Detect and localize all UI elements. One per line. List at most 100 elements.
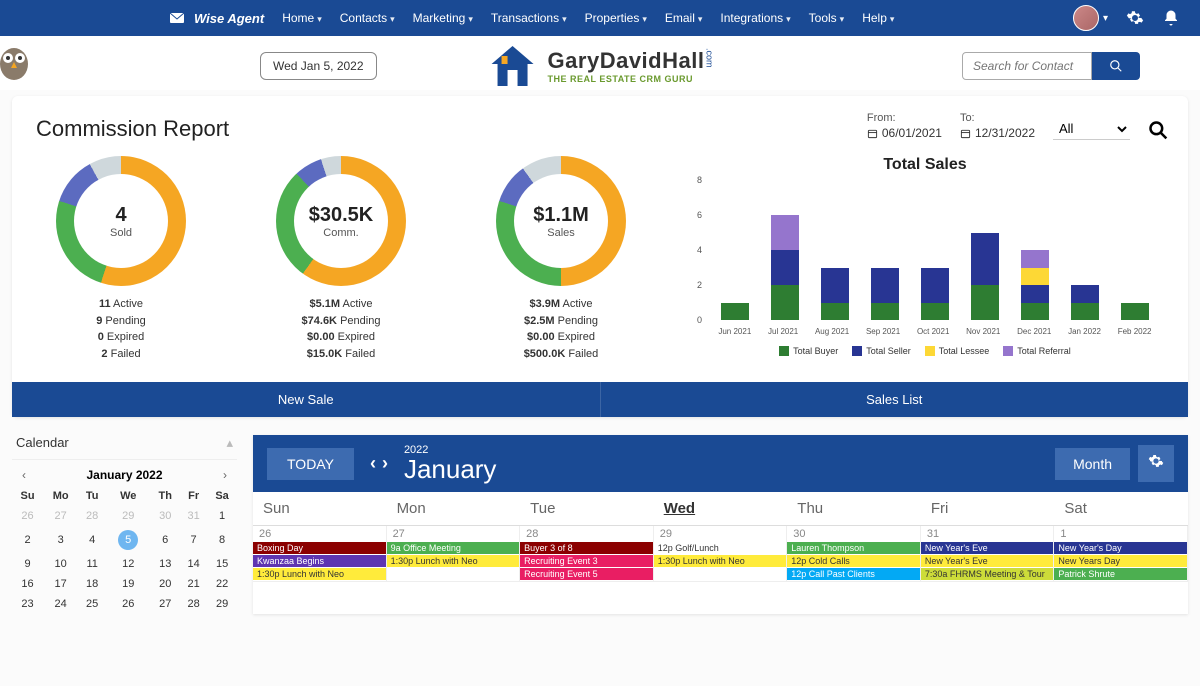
mini-cal-day[interactable]: 23 bbox=[12, 594, 43, 614]
legend-item: Total Referral bbox=[1003, 346, 1071, 356]
mini-cal-day[interactable]: 26 bbox=[106, 594, 150, 614]
mini-cal-day[interactable]: 4 bbox=[78, 526, 106, 554]
calendar-event[interactable]: Recruiting Event 3 bbox=[520, 555, 653, 567]
from-label: From: bbox=[867, 112, 942, 124]
cal-prev-button[interactable]: ‹ bbox=[370, 453, 376, 474]
mini-cal-day[interactable]: 5 bbox=[106, 526, 150, 554]
mini-cal-day[interactable]: 27 bbox=[150, 594, 180, 614]
mini-cal-day[interactable]: 12 bbox=[106, 554, 150, 574]
calendar-event[interactable]: Buyer 3 of 8 bbox=[520, 542, 653, 554]
calendar-event[interactable]: New Year's Day bbox=[1054, 542, 1187, 554]
mini-cal-day[interactable]: 24 bbox=[43, 594, 78, 614]
current-date[interactable]: Wed Jan 5, 2022 bbox=[260, 52, 377, 80]
to-label: To: bbox=[960, 112, 1035, 124]
search-input[interactable] bbox=[962, 52, 1092, 80]
nav-item-marketing[interactable]: Marketing bbox=[413, 11, 473, 25]
calendar-event[interactable]: 1:30p Lunch with Neo bbox=[654, 555, 787, 567]
calendar-cell[interactable]: 30Lauren Thompson12p Cold Calls12p Call … bbox=[787, 526, 921, 582]
calendar-event[interactable]: 9a Office Meeting bbox=[387, 542, 520, 554]
mini-cal-day[interactable]: 8 bbox=[207, 526, 237, 554]
mini-cal-day[interactable]: 19 bbox=[106, 574, 150, 594]
mini-cal-day[interactable]: 30 bbox=[150, 506, 180, 526]
mini-cal-day[interactable]: 16 bbox=[12, 574, 43, 594]
mini-cal-day[interactable]: 21 bbox=[180, 574, 207, 594]
search-button[interactable] bbox=[1092, 52, 1140, 80]
mini-cal-day[interactable]: 6 bbox=[150, 526, 180, 554]
calendar-event[interactable]: Lauren Thompson bbox=[787, 542, 920, 554]
nav-item-properties[interactable]: Properties bbox=[585, 11, 647, 25]
mini-cal-day[interactable]: 27 bbox=[43, 506, 78, 526]
calendar-cell[interactable]: 279a Office Meeting1:30p Lunch with Neo bbox=[387, 526, 521, 582]
mini-cal-day[interactable]: 11 bbox=[78, 554, 106, 574]
weekday-header: Wed bbox=[654, 492, 788, 525]
mini-cal-day[interactable]: 31 bbox=[180, 506, 207, 526]
mini-cal-day[interactable]: 14 bbox=[180, 554, 207, 574]
nav-item-help[interactable]: Help bbox=[862, 11, 894, 25]
collapse-icon[interactable]: ▴ bbox=[226, 435, 233, 451]
next-month-button[interactable]: › bbox=[223, 468, 227, 482]
calendar-event[interactable]: New Years Day bbox=[1054, 555, 1187, 567]
weekday-header: Fri bbox=[921, 492, 1055, 525]
cal-next-button[interactable]: › bbox=[382, 453, 388, 474]
nav-item-tools[interactable]: Tools bbox=[809, 11, 845, 25]
calendar-event[interactable]: 1:30p Lunch with Neo bbox=[387, 555, 520, 567]
today-button[interactable]: TODAY bbox=[267, 448, 354, 480]
calendar-cell[interactable]: 31New Year's EveNew Year's Eve7:30a FHRM… bbox=[921, 526, 1055, 582]
mini-cal-day[interactable]: 17 bbox=[43, 574, 78, 594]
search-icon[interactable] bbox=[1148, 120, 1168, 140]
mini-cal-day[interactable]: 2 bbox=[12, 526, 43, 554]
filter-select[interactable]: All bbox=[1053, 118, 1130, 140]
mini-cal-day[interactable]: 28 bbox=[180, 594, 207, 614]
mini-cal-day[interactable]: 1 bbox=[207, 506, 237, 526]
nav-item-email[interactable]: Email bbox=[665, 11, 703, 25]
mini-cal-day[interactable]: 13 bbox=[150, 554, 180, 574]
calendar-event[interactable]: New Year's Eve bbox=[921, 555, 1054, 567]
calendar-event[interactable]: 12p Call Past Clients bbox=[787, 568, 920, 580]
calendar-event[interactable]: 1:30p Lunch with Neo bbox=[253, 568, 386, 580]
mini-cal-day[interactable]: 29 bbox=[106, 506, 150, 526]
mini-cal-day[interactable]: 26 bbox=[12, 506, 43, 526]
calendar-event[interactable]: Boxing Day bbox=[253, 542, 386, 554]
calendar-cell[interactable]: 28Buyer 3 of 8Recruiting Event 3Recruiti… bbox=[520, 526, 654, 582]
mini-cal-day[interactable]: 7 bbox=[180, 526, 207, 554]
view-toggle-button[interactable]: Month bbox=[1055, 448, 1130, 480]
from-date[interactable]: 06/01/2021 bbox=[867, 126, 942, 140]
mini-calendar: Calendar▴ ‹ January 2022 › SuMoTuWeThFrS… bbox=[12, 435, 237, 614]
mini-cal-day[interactable]: 15 bbox=[207, 554, 237, 574]
calendar-event[interactable]: New Year's Eve bbox=[921, 542, 1054, 554]
weekday-header: Thu bbox=[787, 492, 921, 525]
nav-item-integrations[interactable]: Integrations bbox=[720, 11, 790, 25]
calendar-event[interactable]: 7:30a FHRMS Meeting & Tour bbox=[921, 568, 1054, 580]
mini-cal-day[interactable]: 18 bbox=[78, 574, 106, 594]
calendar-cell[interactable]: 26Boxing DayKwanzaa Begins1:30p Lunch wi… bbox=[253, 526, 387, 582]
mini-cal-day[interactable]: 20 bbox=[150, 574, 180, 594]
calendar-event[interactable]: Recruiting Event 5 bbox=[520, 568, 653, 580]
mini-cal-month[interactable]: January 2022 bbox=[86, 468, 162, 482]
gear-icon[interactable] bbox=[1126, 9, 1144, 27]
calendar-cell[interactable]: 2912p Golf/Lunch1:30p Lunch with Neo bbox=[654, 526, 788, 582]
prev-month-button[interactable]: ‹ bbox=[22, 468, 26, 482]
mini-cal-day[interactable]: 3 bbox=[43, 526, 78, 554]
calendar-cell[interactable]: 1New Year's DayNew Years DayPatrick Shru… bbox=[1054, 526, 1188, 582]
calendar-event[interactable]: Kwanzaa Begins bbox=[253, 555, 386, 567]
calendar-event[interactable]: 12p Cold Calls bbox=[787, 555, 920, 567]
mini-cal-day[interactable]: 29 bbox=[207, 594, 237, 614]
mini-cal-day[interactable]: 28 bbox=[78, 506, 106, 526]
bell-icon[interactable] bbox=[1162, 9, 1180, 27]
nav-item-transactions[interactable]: Transactions bbox=[491, 11, 567, 25]
user-menu[interactable]: ▾ bbox=[1073, 5, 1108, 31]
mini-cal-day[interactable]: 25 bbox=[78, 594, 106, 614]
cal-settings-button[interactable] bbox=[1138, 445, 1174, 482]
mini-cal-day[interactable]: 9 bbox=[12, 554, 43, 574]
to-date[interactable]: 12/31/2022 bbox=[960, 126, 1035, 140]
nav-item-home[interactable]: Home bbox=[282, 11, 322, 25]
mini-cal-day[interactable]: 10 bbox=[43, 554, 78, 574]
calendar-event[interactable]: Patrick Shrute bbox=[1054, 568, 1187, 580]
new-sale-button[interactable]: New Sale bbox=[12, 382, 601, 417]
bar-Dec-2021 bbox=[1021, 250, 1049, 320]
sales-list-button[interactable]: Sales List bbox=[601, 382, 1189, 417]
brand-logo[interactable]: Wise Agent bbox=[170, 11, 264, 26]
nav-item-contacts[interactable]: Contacts bbox=[340, 11, 395, 25]
calendar-event[interactable]: 12p Golf/Lunch bbox=[654, 542, 787, 554]
mini-cal-day[interactable]: 22 bbox=[207, 574, 237, 594]
